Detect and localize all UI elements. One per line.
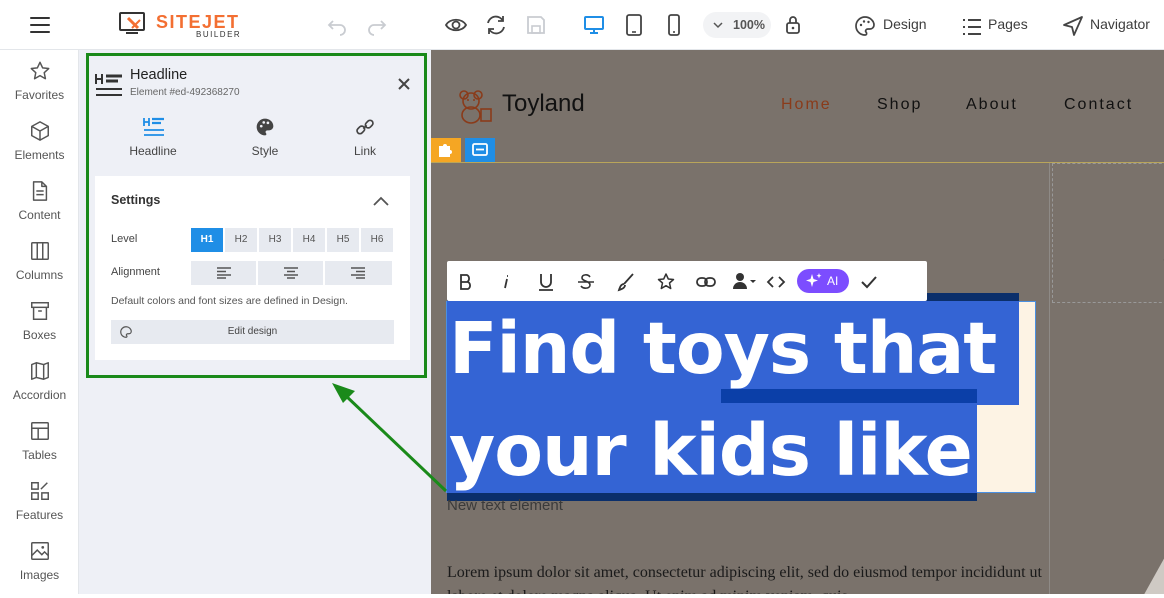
logo: SITEJET BUILDER — [118, 10, 248, 40]
site-nav-about[interactable]: About — [966, 96, 1018, 114]
headline-line-2[interactable]: your kids like — [447, 403, 977, 493]
italic-icon[interactable] — [495, 271, 517, 293]
navigator-menu[interactable]: Navigator — [1090, 16, 1150, 32]
features-icon — [31, 482, 49, 500]
code-icon[interactable] — [765, 271, 787, 293]
document-icon — [32, 181, 48, 201]
sidebar-item-favorites[interactable]: Favorites — [0, 60, 79, 118]
palette-icon[interactable] — [853, 14, 877, 38]
chevron-down-icon — [713, 22, 723, 29]
design-menu[interactable]: Design — [883, 16, 927, 32]
table-icon — [31, 422, 49, 440]
underline-icon[interactable] — [535, 271, 557, 293]
zoom-value: 100% — [733, 18, 765, 32]
pages-menu[interactable]: Pages — [988, 16, 1028, 32]
website-canvas[interactable]: Toyland Home Shop About Contact + Find t… — [431, 50, 1164, 594]
bold-icon[interactable] — [455, 271, 477, 293]
menu-icon[interactable] — [30, 17, 50, 33]
sidebar-item-label: Favorites — [14, 88, 65, 102]
navigator-icon[interactable] — [1061, 14, 1085, 38]
container-icon — [472, 143, 488, 156]
star-icon[interactable] — [655, 271, 677, 293]
accordion-icon — [31, 362, 49, 380]
sidebar-item-boxes[interactable]: Boxes — [0, 300, 79, 358]
headline-text-1: Find toys that — [449, 307, 997, 390]
logo-sub: BUILDER — [196, 30, 242, 39]
columns-icon — [31, 242, 49, 260]
sidebar-item-content[interactable]: Content — [0, 180, 79, 238]
puzzle-icon — [439, 144, 452, 157]
redo-icon[interactable] — [365, 13, 389, 37]
sidebar-item-features[interactable]: Features — [0, 480, 79, 538]
zoom-select[interactable]: 100% — [703, 12, 771, 38]
element-sidebar: Favorites Elements Content Columns Boxes… — [0, 50, 79, 594]
empty-column-placeholder[interactable]: + — [1052, 163, 1164, 303]
sidebar-item-label: Tables — [22, 448, 57, 462]
headline-text-2: your kids like — [449, 409, 973, 492]
preview-eye-icon[interactable] — [444, 13, 468, 37]
sidebar-item-label: Content — [18, 208, 61, 222]
image-icon — [31, 542, 49, 560]
sidebar-item-images[interactable]: Images — [0, 540, 79, 598]
sidebar-item-label: Elements — [14, 148, 65, 162]
container-badge[interactable] — [465, 138, 495, 162]
site-nav-home[interactable]: Home — [781, 96, 832, 114]
sidebar-item-label: Accordion — [12, 388, 67, 402]
top-bar: SITEJET BUILDER 100% Design Pages Naviga… — [0, 0, 1164, 50]
sidebar-item-label: Images — [19, 568, 60, 582]
kids-photo — [1144, 558, 1164, 594]
sidebar-item-elements[interactable]: Elements — [0, 120, 79, 178]
section-badge[interactable] — [431, 138, 461, 162]
panel-highlight-frame — [86, 53, 427, 378]
undo-icon[interactable] — [325, 13, 349, 37]
column-divider — [1049, 163, 1050, 594]
sidebar-item-label: Boxes — [22, 328, 57, 342]
text-format-toolbar: AI — [447, 261, 927, 301]
link-icon[interactable] — [695, 271, 717, 293]
site-nav-shop[interactable]: Shop — [877, 96, 922, 114]
box-icon — [31, 302, 49, 320]
new-text-element[interactable]: New text element — [447, 497, 563, 514]
lorem-paragraph[interactable]: Lorem ipsum dolor sit amet, consectetur … — [447, 561, 1047, 594]
site-brand: Toyland — [502, 90, 585, 117]
tablet-view-icon[interactable] — [622, 13, 646, 37]
star-icon — [30, 61, 50, 80]
monitor-logo-icon — [119, 12, 145, 34]
mobile-view-icon[interactable] — [662, 13, 686, 37]
sidebar-item-tables[interactable]: Tables — [0, 420, 79, 478]
brush-icon[interactable] — [615, 271, 637, 293]
site-nav-contact[interactable]: Contact — [1064, 96, 1133, 114]
cube-icon — [31, 121, 49, 141]
pages-list-icon[interactable] — [960, 15, 984, 39]
ai-button[interactable]: AI — [797, 269, 849, 293]
selection-edge — [721, 389, 977, 403]
user-placeholder-icon[interactable] — [731, 271, 759, 293]
sidebar-item-accordion[interactable]: Accordion — [0, 360, 79, 418]
sparkle-icon — [806, 273, 822, 287]
refresh-icon[interactable] — [484, 13, 508, 37]
ai-label: AI — [827, 274, 839, 288]
save-icon[interactable] — [524, 13, 548, 37]
checkmark-icon[interactable] — [858, 271, 880, 293]
sidebar-item-label: Features — [15, 508, 64, 522]
sidebar-item-columns[interactable]: Columns — [0, 240, 79, 298]
desktop-view-icon[interactable] — [582, 13, 606, 37]
teddy-bear-icon — [459, 90, 492, 124]
sidebar-item-label: Columns — [15, 268, 64, 282]
strikethrough-icon[interactable] — [575, 271, 597, 293]
lock-icon[interactable] — [781, 13, 805, 37]
